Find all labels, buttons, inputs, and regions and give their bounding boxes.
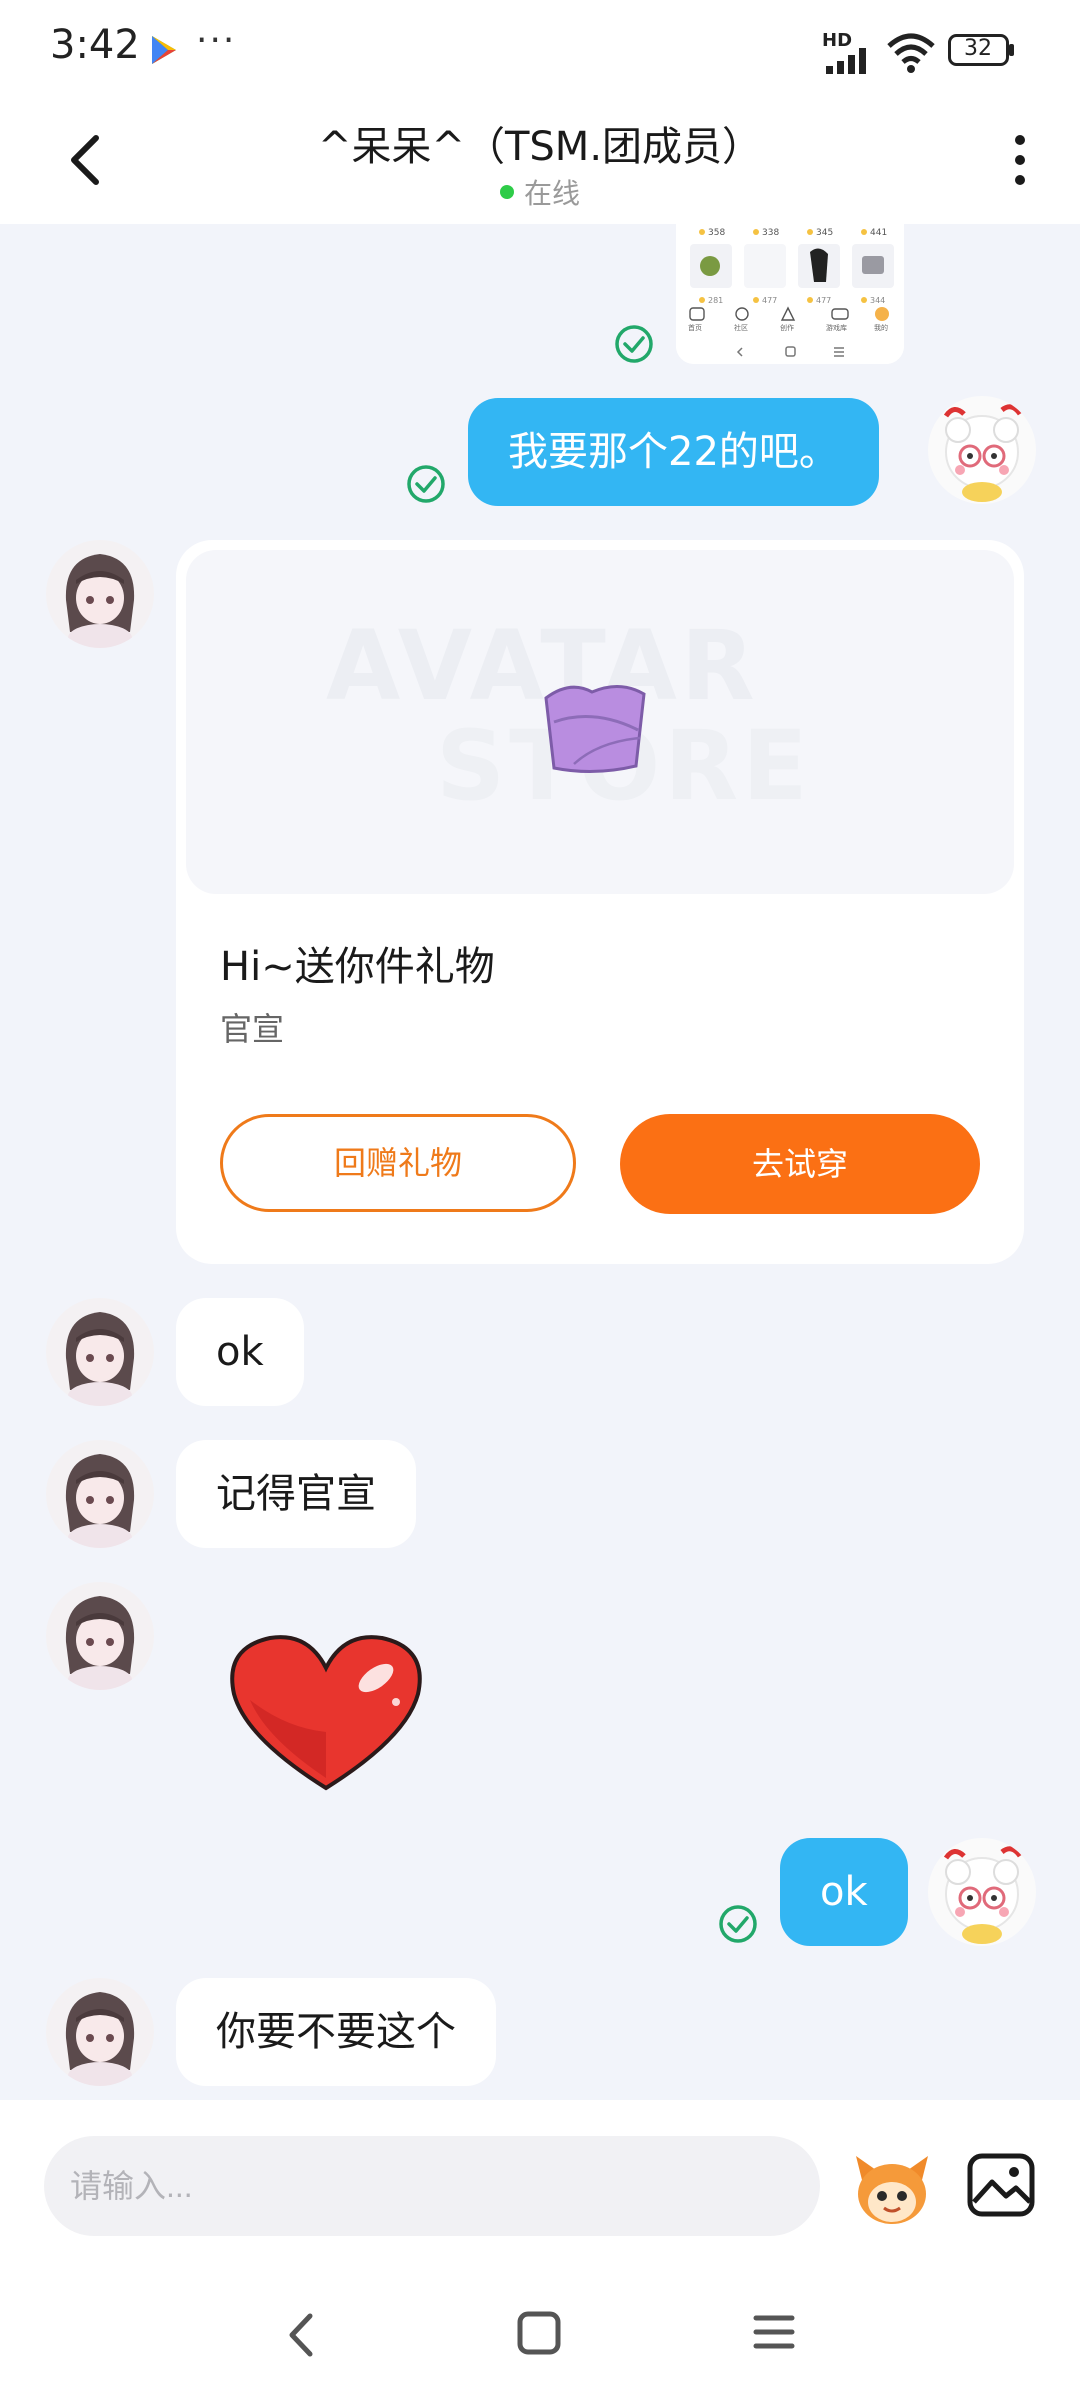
chat-header: ^呆呆^（TSM.团成员） 在线 (0, 100, 1080, 224)
shared-screenshot-thumbnail[interactable]: 358 338 345 441 281 477 477 344 首页 社区 创作… (676, 224, 904, 364)
svg-text:281: 281 (708, 296, 723, 305)
status-bar: 3:42 ··· HD 32 (0, 0, 1080, 100)
girl-avatar-icon (46, 1582, 154, 1690)
nav-back-icon[interactable] (282, 2310, 322, 2360)
contact-avatar[interactable] (46, 540, 154, 648)
outgoing-message-bubble[interactable]: ok (780, 1838, 908, 1946)
svg-text:创作: 创作 (780, 323, 794, 332)
svg-text:338: 338 (762, 228, 779, 238)
more-options-icon[interactable] (1000, 130, 1040, 190)
nav-home-icon[interactable] (516, 2310, 562, 2356)
svg-text:477: 477 (762, 296, 777, 305)
more-notifications-icon: ··· (196, 20, 237, 61)
girl-avatar-icon (46, 540, 154, 648)
battery-level: 32 (964, 36, 992, 61)
online-dot-icon (499, 185, 514, 199)
system-nav-bar (0, 2270, 1080, 2400)
svg-text:我的: 我的 (874, 323, 888, 332)
screenshot-content-icon: 358 338 345 441 281 477 477 344 首页 社区 创作… (676, 224, 904, 364)
incoming-message-bubble[interactable]: 你要不要这个 (176, 1978, 496, 2086)
contact-avatar[interactable] (46, 1582, 154, 1690)
svg-text:游戏库: 游戏库 (826, 323, 847, 332)
signal-icon (826, 48, 866, 74)
outgoing-message-bubble[interactable]: 我要那个22的吧。 (468, 398, 879, 506)
message-input[interactable] (44, 2136, 820, 2236)
svg-text:441: 441 (870, 228, 887, 238)
girl-avatar-icon (46, 1298, 154, 1406)
online-status: 在线 (0, 172, 1080, 212)
gift-title: Hi~送你件礼物 (220, 944, 495, 990)
gift-image: AVATAR STORE (186, 550, 1014, 894)
svg-text:358: 358 (708, 228, 725, 238)
image-picker-icon[interactable] (966, 2152, 1036, 2218)
return-gift-button[interactable]: 回赠礼物 (220, 1114, 576, 1212)
contact-avatar[interactable] (46, 1298, 154, 1406)
svg-text:首页: 首页 (688, 323, 702, 332)
svg-text:345: 345 (816, 228, 833, 238)
try-on-button[interactable]: 去试穿 (620, 1114, 980, 1214)
status-time: 3:42 (50, 22, 140, 68)
message-input-bar (0, 2100, 1080, 2270)
svg-text:社区: 社区 (734, 323, 748, 332)
svg-text:477: 477 (816, 296, 831, 305)
girl-avatar-icon (46, 1978, 154, 2086)
wifi-icon (887, 33, 935, 73)
my-avatar[interactable] (928, 1838, 1036, 1946)
contact-avatar[interactable] (46, 1978, 154, 2086)
sheep-avatar-icon (928, 1838, 1036, 1946)
sheep-avatar-icon (928, 396, 1036, 504)
nav-menu-icon[interactable] (752, 2312, 796, 2352)
heart-sticker-icon[interactable] (226, 1628, 426, 1798)
sticker-mascot-icon[interactable] (852, 2150, 932, 2226)
my-avatar[interactable] (928, 396, 1036, 504)
svg-text:344: 344 (870, 296, 885, 305)
gift-card[interactable]: AVATAR STORE Hi~送你件礼物 官宣 回赠礼物 去试穿 (176, 540, 1024, 1264)
contact-avatar[interactable] (46, 1440, 154, 1548)
read-check-icon (719, 1905, 757, 1943)
purple-top-icon (544, 685, 646, 774)
read-check-icon (615, 325, 653, 363)
gift-subtitle: 官宣 (220, 1010, 285, 1048)
incoming-message-bubble[interactable]: ok (176, 1298, 304, 1406)
girl-avatar-icon (46, 1440, 154, 1548)
read-check-icon (407, 465, 445, 503)
contact-name: ^呆呆^（TSM.团成员） (317, 124, 763, 170)
play-store-icon (152, 36, 176, 64)
online-label: 在线 (523, 177, 580, 210)
battery-icon: 32 (948, 34, 1016, 66)
chat-area[interactable]: 358 338 345 441 281 477 477 344 首页 社区 创作… (0, 224, 1080, 2100)
incoming-message-bubble[interactable]: 记得官宣 (176, 1440, 416, 1548)
